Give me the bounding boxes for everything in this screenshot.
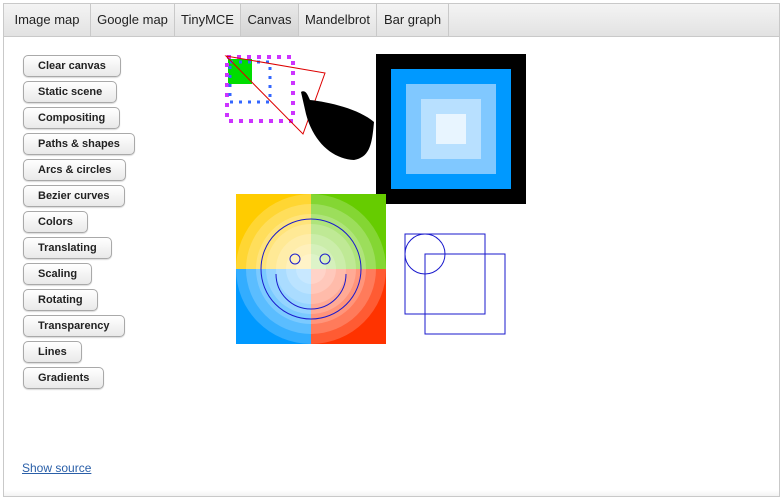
- nested-squares: [376, 54, 526, 204]
- bottom-shadow: [4, 490, 779, 496]
- black-bezier-shape: [301, 91, 374, 160]
- app-frame: Image map Google map TinyMCE Canvas Mand…: [3, 3, 780, 497]
- drawing-canvas: [224, 54, 526, 344]
- colors-transparency-demo: [236, 194, 386, 344]
- outline-shapes: [404, 233, 506, 335]
